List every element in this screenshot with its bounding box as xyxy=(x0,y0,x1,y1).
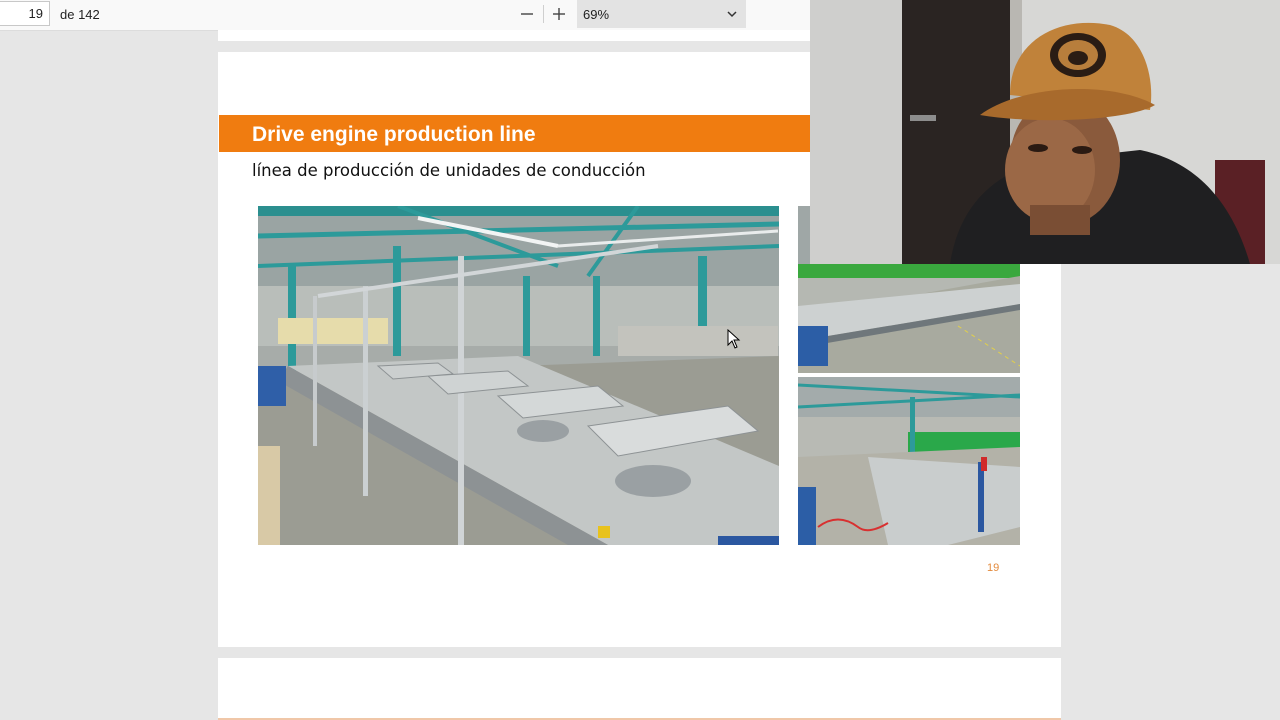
zoom-divider xyxy=(543,5,544,23)
production-line-photo-main xyxy=(258,206,779,545)
chevron-down-icon xyxy=(727,11,737,18)
production-line-photo-side-bottom xyxy=(798,377,1020,545)
webcam-person-image xyxy=(810,0,1280,264)
next-page xyxy=(218,658,1061,720)
slide-subtitle: línea de producción de unidades de condu… xyxy=(252,161,646,180)
zoom-in-button[interactable] xyxy=(545,2,573,26)
zoom-out-button[interactable] xyxy=(513,2,541,26)
page-number-input[interactable] xyxy=(0,1,50,26)
mouse-cursor-icon xyxy=(727,329,741,349)
webcam-overlay xyxy=(810,0,1280,264)
slide-title: Drive engine production line xyxy=(252,123,536,146)
slide-page-number: 19 xyxy=(987,562,1000,574)
plus-icon xyxy=(553,8,565,20)
zoom-level-value: 69% xyxy=(583,7,610,22)
page-total-label: de 142 xyxy=(60,7,100,22)
pdf-toolbar: de 142 69% xyxy=(0,0,810,31)
zoom-level-select[interactable]: 69% xyxy=(577,0,746,28)
minus-icon xyxy=(521,13,533,15)
